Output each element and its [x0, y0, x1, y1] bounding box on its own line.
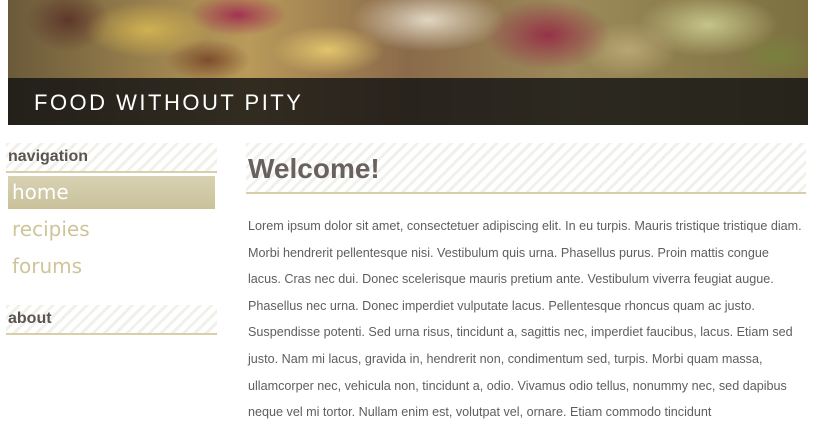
about-heading: about — [6, 305, 217, 335]
navigation-heading-label: navigation — [8, 148, 89, 165]
site-title[interactable]: FOOD WITHOUT PITY — [34, 90, 303, 116]
nav-item-home[interactable]: home — [8, 176, 215, 209]
header-banner-image: FOOD WITHOUT PITY — [8, 0, 808, 125]
navigation-heading: navigation — [6, 143, 217, 173]
navigation-menu: home recipies forums — [8, 176, 215, 287]
nav-item-recipies[interactable]: recipies — [8, 213, 215, 246]
page-title: Welcome! — [248, 153, 380, 184]
welcome-paragraph: Lorem ipsum dolor sit amet, consectetuer… — [248, 219, 802, 420]
about-heading-label: about — [8, 310, 52, 327]
nav-item-forums[interactable]: forums — [8, 250, 215, 283]
welcome-header: Welcome! — [246, 143, 806, 194]
